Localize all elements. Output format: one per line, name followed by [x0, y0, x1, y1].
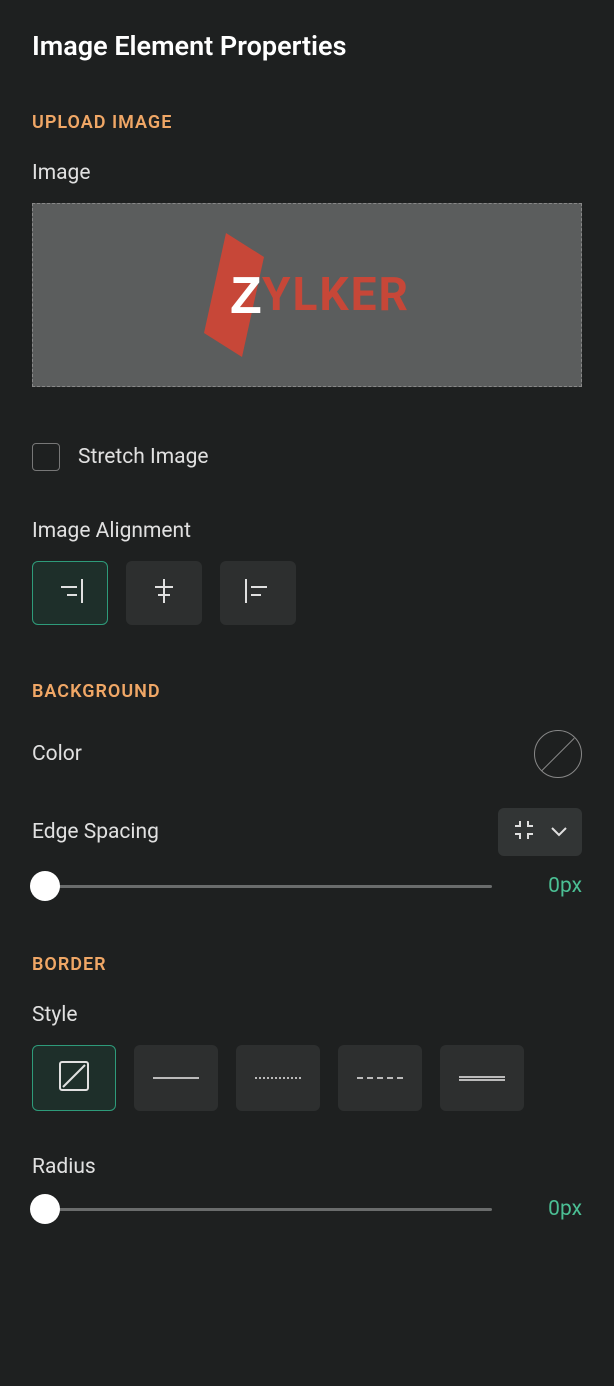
- border-solid-button[interactable]: [134, 1045, 218, 1111]
- border-radius-slider-thumb[interactable]: [30, 1194, 60, 1224]
- edge-spacing-slider-thumb[interactable]: [30, 871, 60, 901]
- stretch-image-label: Stretch Image: [78, 445, 209, 469]
- panel-title: Image Element Properties: [32, 30, 582, 62]
- solid-line-icon: [153, 1077, 199, 1079]
- dashed-line-icon: [357, 1077, 403, 1079]
- color-swatch-none[interactable]: [534, 730, 582, 778]
- no-border-icon: [57, 1059, 91, 1097]
- align-center-icon: [149, 577, 179, 609]
- border-none-button[interactable]: [32, 1045, 116, 1111]
- border-radius-value: 0px: [532, 1197, 582, 1221]
- chevron-down-icon: [550, 823, 568, 842]
- align-left-icon: [243, 577, 273, 609]
- logo-z-icon: Z: [204, 233, 264, 357]
- align-left-button[interactable]: [220, 561, 296, 625]
- image-alignment-label: Image Alignment: [32, 519, 582, 543]
- edge-spacing-slider[interactable]: [32, 885, 492, 888]
- edge-spacing-value: 0px: [532, 874, 582, 898]
- image-label: Image: [32, 161, 582, 185]
- stretch-image-checkbox[interactable]: [32, 443, 60, 471]
- align-right-button[interactable]: [32, 561, 108, 625]
- border-radius-slider[interactable]: [32, 1208, 492, 1211]
- dotted-line-icon: [255, 1077, 301, 1079]
- edge-spacing-button[interactable]: [498, 808, 582, 856]
- logo-text: YLKER: [262, 268, 410, 322]
- border-style-group: [32, 1045, 582, 1111]
- double-line-icon: [459, 1076, 505, 1081]
- svg-text:Z: Z: [230, 267, 262, 325]
- corners-in-icon: [512, 818, 536, 846]
- border-double-button[interactable]: [440, 1045, 524, 1111]
- border-dashed-button[interactable]: [338, 1045, 422, 1111]
- align-right-icon: [55, 577, 85, 609]
- align-center-button[interactable]: [126, 561, 202, 625]
- section-heading-background: BACKGROUND: [32, 681, 582, 702]
- edge-spacing-label: Edge Spacing: [32, 820, 159, 844]
- alignment-button-group: [32, 561, 582, 625]
- border-style-label: Style: [32, 1003, 582, 1027]
- border-radius-label: Radius: [32, 1155, 582, 1179]
- color-label: Color: [32, 742, 82, 766]
- image-preview[interactable]: Z YLKER: [32, 203, 582, 387]
- border-dotted-button[interactable]: [236, 1045, 320, 1111]
- uploaded-image-logo: Z YLKER: [204, 233, 410, 357]
- section-heading-upload: UPLOAD IMAGE: [32, 112, 582, 133]
- section-heading-border: BORDER: [32, 954, 582, 975]
